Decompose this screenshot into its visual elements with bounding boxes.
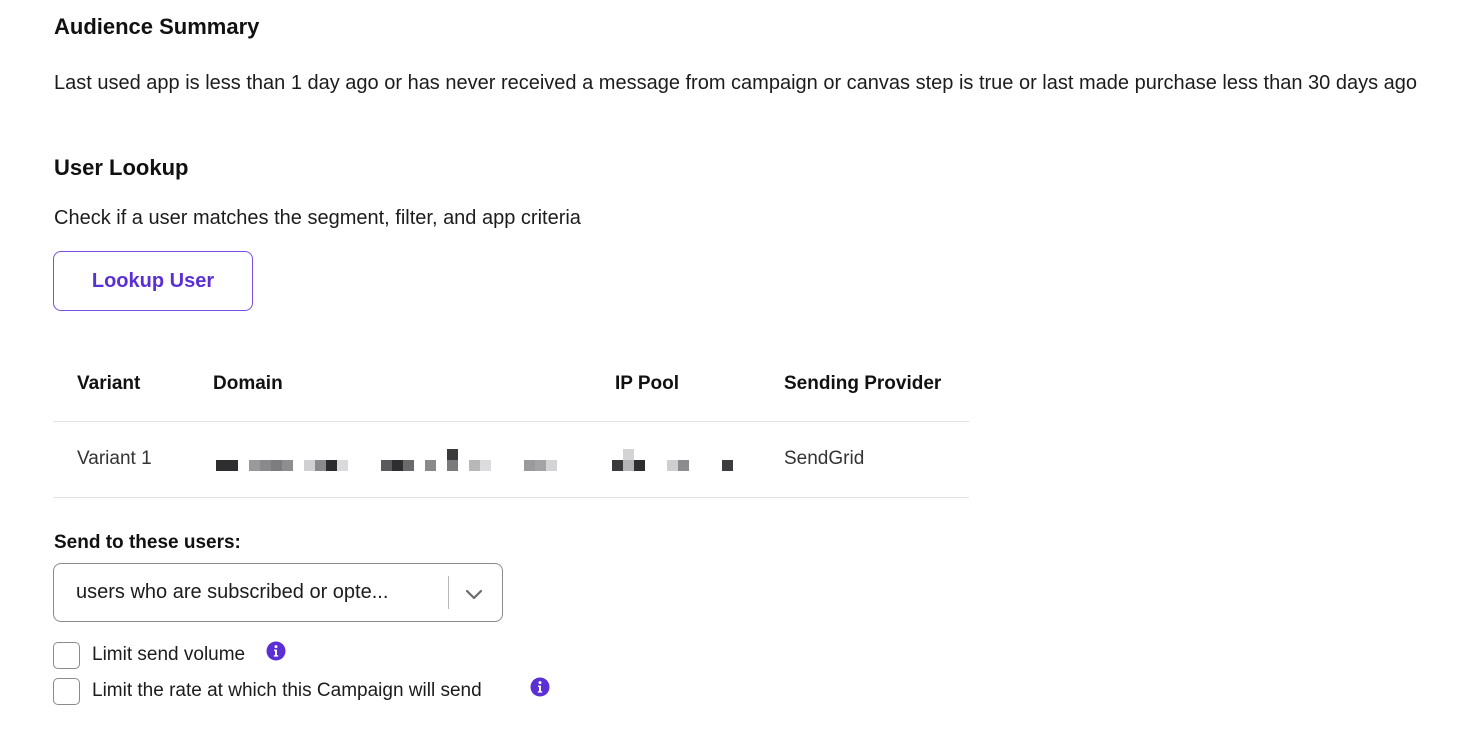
variant-table: Variant Domain IP Pool Sending Provider … — [53, 350, 969, 498]
user-lookup-description: Check if a user matches the segment, fil… — [54, 207, 581, 229]
lookup-user-button[interactable]: Lookup User — [53, 251, 253, 311]
send-to-users-selected-value: users who are subscribed or opte... — [76, 581, 389, 603]
variant-cell: Variant 1 — [77, 448, 152, 469]
send-to-users-label: Send to these users: — [54, 532, 241, 553]
chevron-down-icon[interactable] — [464, 584, 484, 604]
info-icon[interactable] — [266, 641, 286, 661]
column-header-domain: Domain — [213, 373, 283, 394]
send-to-users-select[interactable]: users who are subscribed or opte... — [53, 563, 503, 622]
audience-summary-heading: Audience Summary — [54, 14, 260, 39]
limit-rate-checkbox[interactable] — [53, 678, 80, 705]
table-row: Variant 1 SendGrid — [53, 422, 969, 498]
column-header-ip-pool: IP Pool — [615, 373, 680, 394]
domain-cell-redacted — [213, 449, 563, 473]
user-lookup-heading: User Lookup — [54, 155, 189, 180]
limit-send-volume-checkbox[interactable] — [53, 642, 80, 669]
limit-rate-label: Limit the rate at which this Campaign wi… — [92, 680, 482, 701]
sending-provider-cell: SendGrid — [784, 448, 865, 469]
column-header-variant: Variant — [77, 373, 141, 394]
info-icon[interactable] — [530, 677, 550, 697]
table-header-row: Variant Domain IP Pool Sending Provider — [53, 350, 969, 422]
ip-pool-cell-redacted — [611, 449, 741, 473]
select-divider — [448, 576, 449, 609]
audience-summary-text: Last used app is less than 1 day ago or … — [54, 72, 1417, 94]
column-header-sending-provider: Sending Provider — [784, 373, 942, 394]
limit-send-volume-label: Limit send volume — [92, 644, 246, 665]
